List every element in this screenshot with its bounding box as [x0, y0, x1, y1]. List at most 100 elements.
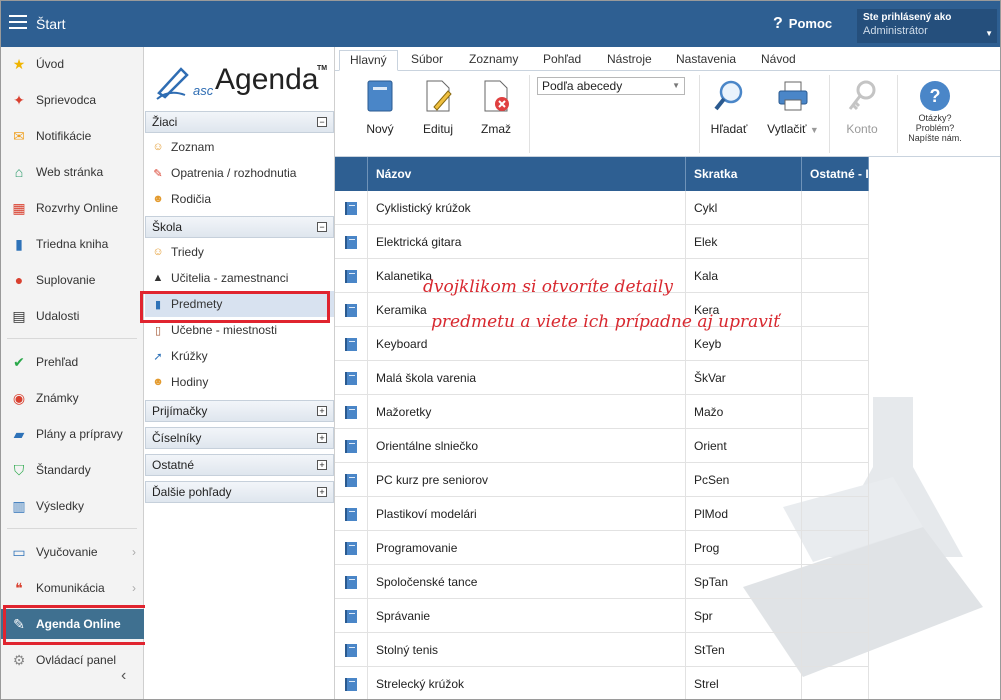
collapse-icon[interactable]: −: [317, 117, 327, 127]
pin-icon: ✎: [153, 167, 163, 180]
subject-book-icon: [345, 678, 357, 691]
row-icon-cell: [335, 327, 368, 361]
print-button[interactable]: Vytlačiť ▼: [759, 79, 827, 149]
nav-item-hodiny[interactable]: ☻ Hodiny: [145, 369, 334, 395]
cell-skratka: PcSen: [686, 463, 802, 497]
sort-select[interactable]: Podľa abecedy ▼: [537, 77, 685, 95]
row-icon-cell: [335, 667, 368, 699]
sidebar-item-uvod[interactable]: ★ Úvod: [1, 49, 144, 79]
tab-subor[interactable]: Súbor: [401, 50, 453, 71]
sidebar-item-web-stranka[interactable]: ⌂ Web stránka: [1, 157, 144, 187]
help-button[interactable]: ? Pomoc: [773, 15, 832, 33]
table-row[interactable]: Plastikoví modelári PlMod: [335, 497, 869, 531]
open-book-icon: ▭: [12, 543, 26, 560]
sidebar-item-udalosti[interactable]: ▤ Udalosti: [1, 301, 144, 331]
expand-icon[interactable]: +: [317, 406, 327, 416]
column-header-ostatne[interactable]: Ostatné - I: [802, 157, 869, 191]
cell-ostatne: [802, 463, 869, 497]
sidebar-item-label: Prehľad: [36, 355, 79, 369]
sidebar-item-plany[interactable]: ▰ Plány a prípravy: [1, 419, 144, 449]
group-prijimacky[interactable]: Prijímačky +: [145, 400, 334, 422]
ask-question-button[interactable]: ? Otázky? Problém? Napíšte nám.: [903, 81, 967, 143]
account-button[interactable]: Konto: [834, 79, 890, 149]
sidebar-item-vysledky[interactable]: ▥ Výsledky: [1, 491, 144, 521]
subjects-table: Názov Skratka Ostatné - I Cyklistický kr…: [335, 157, 1000, 699]
table-row[interactable]: Spoločenské tance SpTan: [335, 565, 869, 599]
tab-pohlad[interactable]: Pohľad: [533, 50, 591, 71]
ribbon-tab-bar: Hlavný Súbor Zoznamy Pohľad Nástroje Nas…: [335, 47, 1000, 71]
table-row[interactable]: Stolný tenis StTen: [335, 633, 869, 667]
collapse-icon[interactable]: −: [317, 222, 327, 232]
nav-item-zoznam[interactable]: ☺ Zoznam: [145, 134, 334, 160]
nav-item-ucitelia[interactable]: ▲ Učitelia - zamestnanci: [145, 265, 334, 291]
expand-icon[interactable]: +: [317, 487, 327, 497]
table-row[interactable]: Správanie Spr: [335, 599, 869, 633]
delete-button[interactable]: Zmaž: [468, 79, 524, 149]
cell-ostatne: [802, 395, 869, 429]
sidebar-item-prehlad[interactable]: ✔ Prehľad: [1, 347, 144, 377]
group-skola[interactable]: Škola −: [145, 216, 334, 238]
collapse-sidebar-icon[interactable]: ‹: [121, 667, 126, 685]
cell-skratka: Strel: [686, 667, 802, 699]
sidebar-item-rozvrhy-online[interactable]: ▦ Rozvrhy Online: [1, 193, 144, 223]
table-row[interactable]: Mažoretky Mažo: [335, 395, 869, 429]
column-header-skratka[interactable]: Skratka: [686, 157, 802, 191]
group-dalsie-pohlady[interactable]: Ďalšie pohľady +: [145, 481, 334, 503]
table-row[interactable]: Orientálne slniečko Orient: [335, 429, 869, 463]
expand-icon[interactable]: +: [317, 460, 327, 470]
expand-icon[interactable]: +: [317, 433, 327, 443]
print-label-text: Vytlačiť: [767, 122, 807, 136]
subject-book-icon: [345, 644, 357, 657]
table-row[interactable]: PC kurz pre seniorov PcSen: [335, 463, 869, 497]
sidebar-item-vyucovanie[interactable]: ▭ Vyučovanie ›: [1, 537, 144, 567]
sidebar-item-komunikacia[interactable]: ❝ Komunikácia ›: [1, 573, 144, 603]
sidebar-item-sprievodca[interactable]: ✦ Sprievodca: [1, 85, 144, 115]
tab-nastroje[interactable]: Nástroje: [597, 50, 662, 71]
cell-ostatne: [802, 191, 869, 225]
sidebar-item-label: Úvod: [36, 57, 65, 71]
search-button[interactable]: Hľadať: [701, 79, 757, 149]
nav-item-label: Opatrenia / rozhodnutia: [171, 166, 297, 180]
group-ziaci[interactable]: Žiaci −: [145, 111, 334, 133]
sidebar-item-notifikacie[interactable]: ✉ Notifikácie: [1, 121, 144, 151]
cell-ostatne: [802, 225, 869, 259]
new-button[interactable]: Nový: [352, 79, 408, 149]
nav-item-ucebne[interactable]: ▯ Učebne - miestnosti: [145, 317, 334, 343]
tab-navod[interactable]: Návod: [751, 50, 806, 71]
sidebar-item-znamky[interactable]: ◉ Známky: [1, 383, 144, 413]
cell-skratka: Keyb: [686, 327, 802, 361]
edit-button[interactable]: Edituj: [410, 79, 466, 149]
top-bar: Štart ? Pomoc Ste prihlásený ako Administ…: [1, 1, 1000, 47]
subject-book-icon: [345, 610, 357, 623]
nav-item-opatrenia[interactable]: ✎ Opatrenia / rozhodnutia: [145, 160, 334, 186]
table-row[interactable]: Programovanie Prog: [335, 531, 869, 565]
table-row[interactable]: Strelecký krúžok Strel: [335, 667, 869, 699]
tab-zoznamy[interactable]: Zoznamy: [459, 50, 528, 71]
tab-nastavenia[interactable]: Nastavenia: [666, 50, 746, 71]
table-row[interactable]: Cyklistický krúžok Cykl: [335, 191, 869, 225]
user-menu[interactable]: Ste prihlásený ako Administrátor ▼: [857, 9, 997, 43]
table-row[interactable]: Elektrická gitara Elek: [335, 225, 869, 259]
delete-document-icon: [484, 80, 509, 112]
hamburger-menu-icon[interactable]: [9, 15, 27, 29]
table-row[interactable]: Keyboard Keyb: [335, 327, 869, 361]
nav-item-kruzky[interactable]: ➚ Krúžky: [145, 343, 334, 369]
nav-item-rodicia[interactable]: ☻ Rodičia: [145, 186, 334, 212]
table-row[interactable]: Malá škola varenia ŠkVar: [335, 361, 869, 395]
sidebar-item-label: Udalosti: [36, 309, 80, 323]
nav-item-triedy[interactable]: ☺ Triedy: [145, 239, 334, 265]
question-circle-icon: ?: [920, 81, 950, 111]
gear-icon: ⚙: [12, 651, 26, 668]
briefcase-icon: ▰: [13, 425, 25, 442]
row-icon-cell: [335, 191, 368, 225]
tab-hlavny[interactable]: Hlavný: [339, 50, 398, 71]
group-ciselniky[interactable]: Číselníky +: [145, 427, 334, 449]
row-icon-cell: [335, 633, 368, 667]
chevron-right-icon: ›: [132, 545, 136, 559]
sidebar-item-standardy[interactable]: ⛉ Štandardy: [1, 455, 144, 485]
group-ostatne[interactable]: Ostatné +: [145, 454, 334, 476]
ribbon-divider: [529, 75, 530, 153]
column-header-nazov[interactable]: Názov: [368, 157, 686, 191]
sidebar-item-triedna-kniha[interactable]: ▮ Triedna kniha: [1, 229, 144, 259]
sidebar-item-suplovanie[interactable]: ● Suplovanie: [1, 265, 144, 295]
